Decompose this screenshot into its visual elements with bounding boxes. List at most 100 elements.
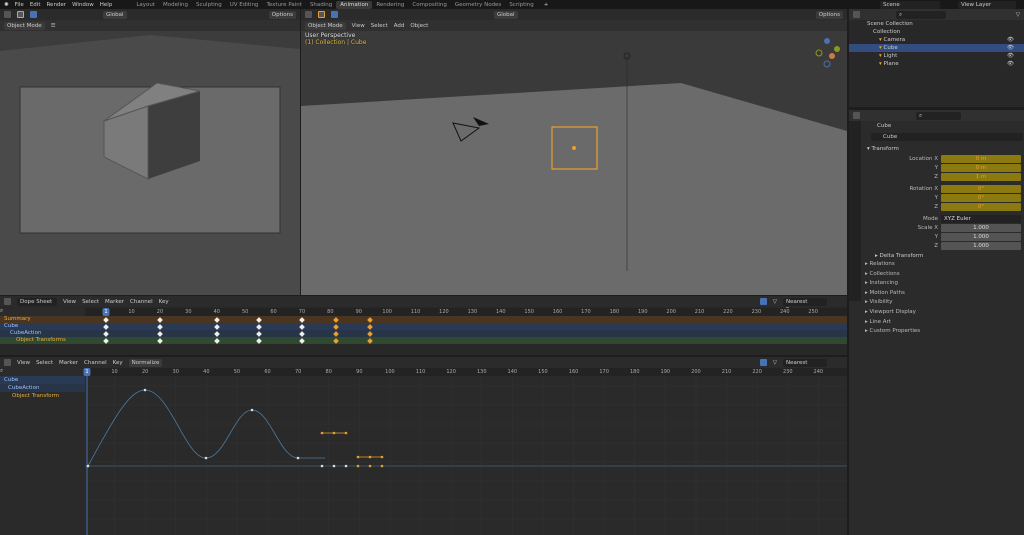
keyframe[interactable] — [367, 330, 373, 337]
scale-x-field[interactable]: 1.000 — [941, 224, 1021, 232]
scene-selector[interactable]: Scene — [880, 0, 940, 9]
outliner-item[interactable]: ▾ Plane 👁 — [849, 60, 1024, 68]
menu-file[interactable]: File — [15, 2, 24, 8]
scene-view[interactable]: User Perspective (1) Collection | Cube — [301, 31, 847, 295]
transform-panel-header[interactable]: ▾ Transform — [863, 145, 1023, 153]
keyframe[interactable] — [367, 323, 373, 330]
tab-compositing[interactable]: Compositing — [408, 1, 450, 9]
options-dropdown[interactable]: Options — [268, 10, 296, 19]
visibility-icon[interactable]: 👁 — [1007, 60, 1014, 68]
tab-sculpting[interactable]: Sculpting — [192, 1, 226, 9]
navigation-gizmo[interactable] — [811, 31, 847, 101]
properties-search[interactable]: ⌕ — [916, 111, 961, 120]
keyframe[interactable] — [256, 330, 263, 337]
mode-dropdown[interactable]: Object Mode — [4, 21, 45, 30]
only-selected-icon[interactable] — [759, 298, 767, 305]
tab-modeling[interactable]: Modeling — [159, 1, 192, 9]
add-workspace-button[interactable]: + — [544, 2, 549, 8]
tab-rendering[interactable]: Rendering — [372, 1, 408, 9]
editor-type-icon[interactable] — [4, 359, 11, 366]
menu-channel[interactable]: Channel — [84, 360, 107, 366]
menu-select[interactable]: Select — [36, 360, 53, 366]
keyframe[interactable] — [256, 337, 263, 344]
keyframe[interactable] — [157, 323, 163, 330]
only-selected-icon[interactable] — [759, 359, 767, 366]
search-input[interactable]: ⌕ — [896, 10, 946, 19]
outliner-item[interactable]: ▾ Camera 👁 — [849, 36, 1024, 44]
rotation-z-field[interactable]: 0° — [941, 203, 1021, 211]
keyframe[interactable] — [157, 330, 163, 337]
channel-search[interactable]: ⌕ — [0, 308, 85, 316]
visibility-icon[interactable]: 👁 — [1007, 52, 1014, 60]
tab-texture-paint[interactable]: Texture Paint — [262, 1, 306, 9]
visibility-icon[interactable]: 👁 — [1007, 36, 1014, 44]
mode-dropdown[interactable]: Dope Sheet — [17, 297, 57, 306]
delta-transform-panel[interactable]: ▸ Delta Transform — [863, 252, 1023, 260]
outliner-item[interactable]: ▾ Light 👁 — [849, 52, 1024, 60]
filter-icon[interactable]: ▽ — [773, 299, 777, 305]
rotation-y-field[interactable]: 0° — [941, 194, 1021, 202]
curve-area[interactable] — [85, 376, 847, 535]
select-mode-icon[interactable] — [30, 11, 37, 18]
keyframe[interactable] — [213, 323, 220, 330]
mode-dropdown[interactable]: Object Mode — [305, 21, 346, 30]
keyframe[interactable] — [299, 316, 305, 323]
orientation-dropdown[interactable]: Global — [103, 10, 127, 19]
keyframe[interactable] — [333, 337, 339, 344]
menu-help[interactable]: Help — [100, 2, 113, 8]
keyframe[interactable] — [213, 316, 220, 323]
keyframe[interactable] — [367, 316, 373, 323]
select-mode-icon[interactable] — [331, 11, 338, 18]
panel-viewport-display[interactable]: ▸ Viewport Display — [863, 308, 1023, 318]
location-z-field[interactable]: 1 m — [941, 173, 1021, 181]
tab-scripting[interactable]: Scripting — [505, 1, 537, 9]
properties-tabs[interactable] — [849, 121, 861, 301]
menu-view[interactable]: View — [352, 23, 365, 29]
graph-channel[interactable]: Object Transform — [0, 392, 85, 400]
menu-key[interactable]: Key — [113, 360, 123, 366]
channel-cube[interactable]: Cube — [4, 323, 18, 330]
current-frame-indicator[interactable]: 1 — [83, 368, 91, 376]
keyframe[interactable] — [256, 323, 263, 330]
keyframe[interactable] — [367, 337, 373, 344]
view-layer-selector[interactable]: View Layer — [958, 0, 1016, 9]
object-data-name[interactable]: Cube — [871, 133, 1023, 141]
panel-visibility[interactable]: ▸ Visibility — [863, 298, 1023, 308]
snap-dropdown[interactable]: Nearest Frame — [783, 358, 827, 374]
keyframe[interactable] — [333, 323, 339, 330]
keyframe[interactable] — [299, 337, 305, 344]
channel-cubeaction[interactable]: CubeAction — [10, 330, 41, 337]
keyframe[interactable] — [299, 330, 305, 337]
editor-type-icon[interactable] — [4, 11, 11, 18]
keyframe[interactable] — [333, 316, 339, 323]
hamburger-icon[interactable]: ☰ — [51, 23, 56, 29]
tab-shading[interactable]: Shading — [306, 1, 336, 9]
filter-icon[interactable]: ▽ — [1016, 12, 1020, 18]
menu-window[interactable]: Window — [72, 2, 94, 8]
scale-z-field[interactable]: 1.000 — [941, 242, 1021, 250]
menu-view[interactable]: View — [63, 299, 76, 305]
menu-select[interactable]: Select — [371, 23, 388, 29]
scene-collection[interactable]: Scene Collection — [849, 20, 1024, 28]
channel-summary[interactable]: Summary — [4, 316, 31, 323]
menu-select[interactable]: Select — [82, 299, 99, 305]
snap-dropdown[interactable]: Nearest Frame — [783, 297, 827, 313]
tab-geometry-nodes[interactable]: Geometry Nodes — [451, 1, 505, 9]
visibility-icon[interactable]: 👁 — [1007, 44, 1014, 52]
current-frame-indicator[interactable]: 1 — [102, 308, 110, 316]
keyframe[interactable] — [213, 337, 220, 344]
editor-type-icon[interactable] — [305, 11, 312, 18]
camera-viewport[interactable]: Global Options Object Mode ☰ — [0, 9, 300, 295]
panel-custom-properties[interactable]: ▸ Custom Properties — [863, 327, 1023, 337]
3d-viewport[interactable]: Global Options Object Mode View Select Add… — [301, 9, 847, 295]
menu-key[interactable]: Key — [159, 299, 169, 305]
keyframe[interactable] — [299, 323, 305, 330]
keyframe[interactable] — [157, 316, 163, 323]
blender-logo-icon[interactable]: ✺ — [4, 2, 9, 8]
tab-animation[interactable]: Animation — [336, 0, 373, 9]
keyframe[interactable] — [256, 316, 263, 323]
editor-type-icon[interactable] — [853, 11, 860, 18]
rotation-x-field[interactable]: 0° — [941, 185, 1021, 193]
graph-channel[interactable]: CubeAction — [0, 384, 85, 392]
keyframe[interactable] — [103, 323, 109, 330]
